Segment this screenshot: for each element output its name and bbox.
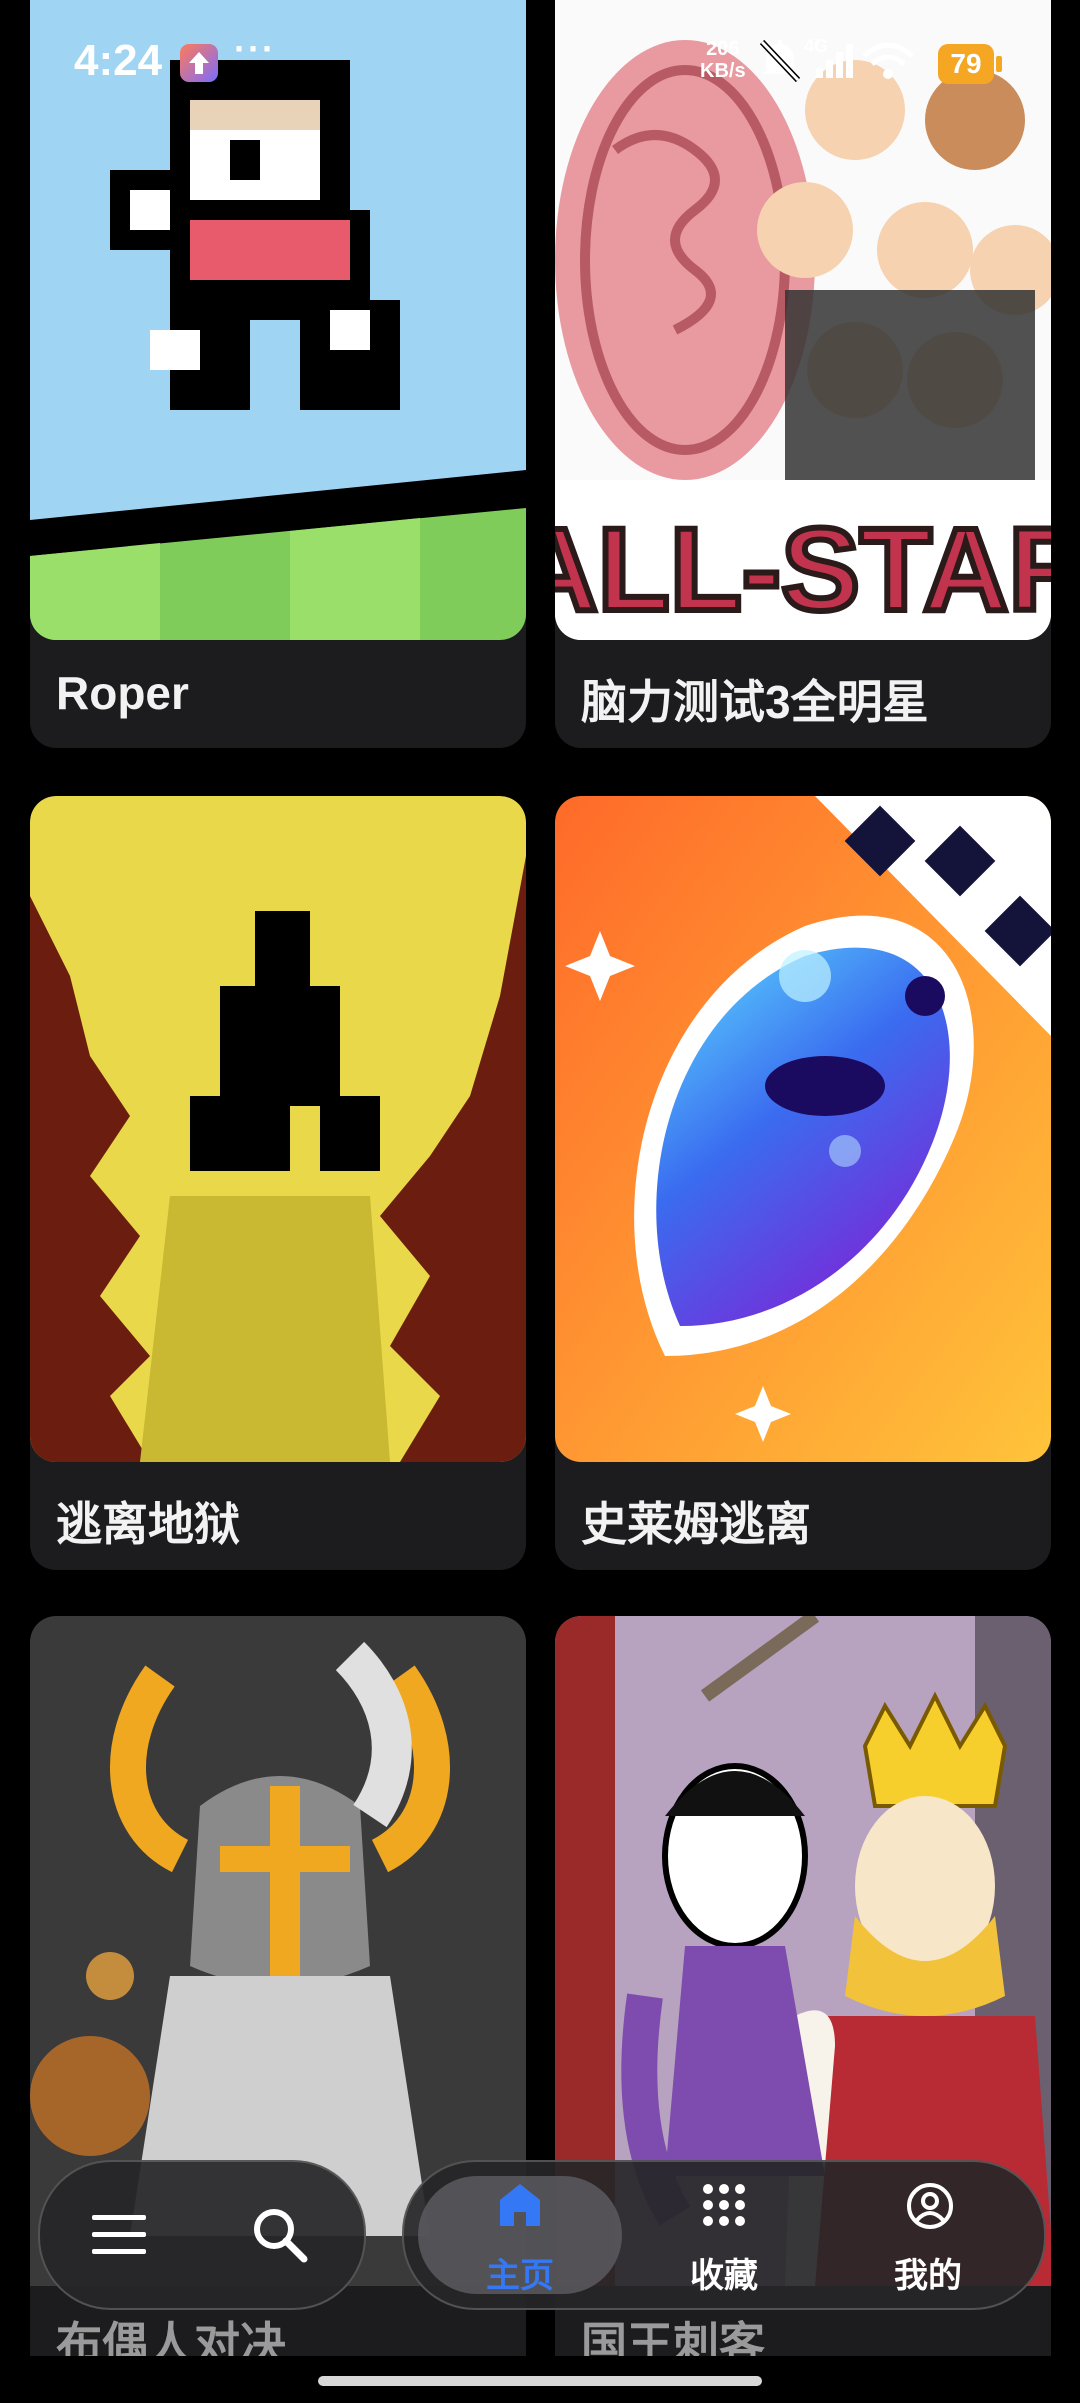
escape-hell-art — [30, 796, 526, 1462]
wifi-icon — [862, 42, 914, 79]
grid-icon — [703, 2184, 745, 2226]
game-title: 逃离地狱 — [56, 1498, 240, 1550]
net-speed-unit: KB/s — [700, 60, 746, 82]
slime-escape-art — [555, 796, 1051, 1462]
tab-favorites[interactable]: 收藏 — [622, 2172, 826, 2298]
tab-profile[interactable]: 我的 — [826, 2172, 1030, 2298]
status-time: 4:24 — [74, 36, 163, 85]
status-bar: 4:24 ··· 206 KB/s 4G 79 — [0, 0, 1080, 130]
search-icon — [254, 2209, 308, 2263]
menu-button[interactable] — [70, 2185, 170, 2285]
game-title: 史莱姆逃离 — [581, 1498, 811, 1550]
tab-label: 我的 — [894, 2257, 962, 2295]
battery-tip — [996, 56, 1002, 72]
game-title: 国王刺客 — [581, 2318, 765, 2356]
game-grid: Roper ALL-STAR 脑力测试3全明星 逃离地狱 史莱姆逃离 布偶人对决… — [0, 0, 1080, 2403]
home-icon — [500, 2184, 540, 2226]
game-card-slime-escape[interactable]: 史莱姆逃离 — [555, 796, 1051, 1570]
status-icons: 4G — [756, 36, 936, 91]
tab-label: 主页 — [486, 2257, 554, 2295]
profile-icon — [907, 2183, 953, 2229]
all-star-logo: ALL-STAR — [555, 504, 1051, 636]
network-type: 4G — [804, 36, 828, 56]
tab-label: 收藏 — [690, 2257, 758, 2295]
bottom-nav-tabs: 主页 收藏 我的 — [402, 2160, 1046, 2310]
bottom-nav-tools — [38, 2160, 366, 2310]
game-title: 布偶人对决 — [56, 2318, 286, 2356]
game-title: Roper — [56, 667, 189, 719]
network-speed: 206 KB/s — [700, 38, 746, 82]
more-notifications-icon: ··· — [234, 28, 276, 69]
tab-home[interactable]: 主页 — [418, 2172, 622, 2298]
search-button[interactable] — [230, 2185, 330, 2285]
game-card-escape-hell[interactable]: 逃离地狱 — [30, 796, 526, 1570]
mute-icon — [759, 39, 801, 83]
game-title: 脑力测试3全明星 — [581, 676, 929, 728]
home-indicator[interactable] — [318, 2376, 762, 2386]
battery-indicator: 79 — [938, 44, 994, 84]
menu-icon — [92, 2215, 146, 2254]
net-speed-value: 206 — [706, 38, 740, 60]
upload-app-icon — [180, 44, 218, 82]
